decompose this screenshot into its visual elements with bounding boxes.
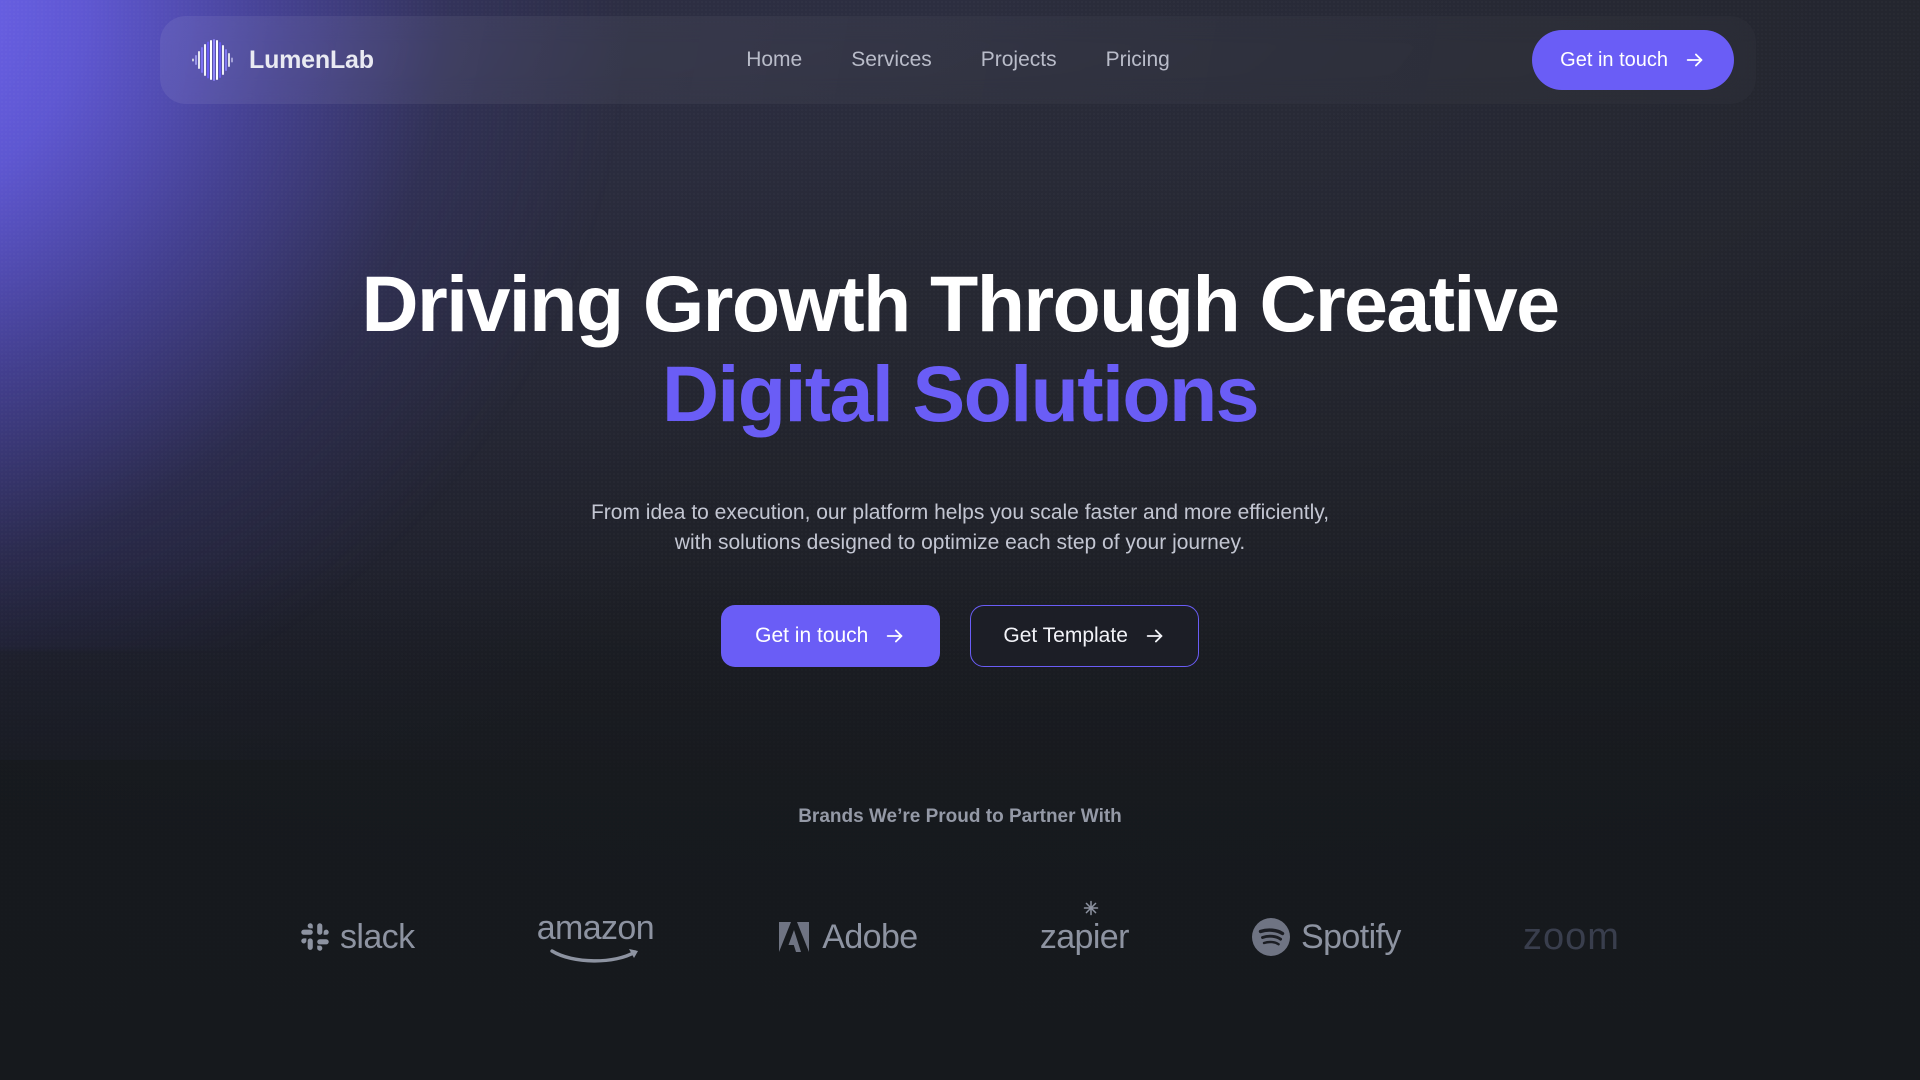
partner-logo-label: slack — [340, 918, 415, 956]
partner-logo-adobe: Adobe — [776, 906, 918, 968]
hero-subtitle-line-1: From idea to execution, our platform hel… — [590, 501, 1330, 524]
hero-get-template-button[interactable]: Get Template — [970, 605, 1199, 667]
partner-logo-label: zapier — [1039, 918, 1130, 956]
hero-subtitle-line-2: with solutions designed to optimize each… — [674, 530, 1246, 554]
arrow-right-icon — [1146, 629, 1163, 643]
partner-logo-row: slack amazon Adobe zapier Spotify zoom — [0, 900, 1920, 968]
arrow-right-icon — [887, 629, 903, 643]
waveform-logo-icon — [192, 39, 233, 81]
hero-subtitle: From idea to execution, our platform hel… — [0, 498, 1920, 558]
nav-item-home[interactable]: Home — [746, 48, 802, 72]
nav-item-projects[interactable]: Projects — [981, 48, 1057, 72]
partner-logo-zoom: zoom — [1523, 906, 1620, 968]
headline-line-1: Driving Growth Through Creative — [361, 259, 1561, 348]
primary-navigation: Home Services Projects Pricing — [746, 48, 1170, 72]
partner-logo-label: amazon — [536, 909, 655, 947]
partner-logo-label: Adobe — [822, 918, 918, 956]
spotify-icon — [1252, 918, 1291, 956]
adobe-a-icon — [779, 922, 810, 952]
slack-icon — [301, 923, 329, 951]
hero-cta-group: Get in touch Get Template — [0, 605, 1920, 667]
amazon-smile-icon — [550, 949, 639, 963]
brand-logo[interactable]: LumenLab — [192, 38, 374, 82]
partner-logo-slack: slack — [300, 906, 415, 968]
nav-item-services[interactable]: Services — [851, 48, 932, 72]
partners-label: Brands We’re Proud to Partner With — [798, 806, 1122, 827]
brand-name: LumenLab — [249, 45, 374, 74]
hero-get-in-touch-button[interactable]: Get in touch — [721, 605, 941, 667]
headline-line-2-accent: Digital Solutions — [661, 348, 1260, 438]
partner-logo-zapier: zapier — [1039, 900, 1130, 968]
partner-logo-amazon: amazon — [536, 906, 655, 968]
partner-logo-label: zoom — [1523, 916, 1620, 958]
header-get-in-touch-button[interactable]: Get in touch — [1532, 30, 1734, 90]
page-title: Driving Growth Through Creative Digital … — [0, 262, 1920, 435]
zapier-asterisk-icon — [1083, 900, 1099, 916]
hero-primary-cta-label: Get in touch — [755, 624, 869, 647]
hero-secondary-cta-label: Get Template — [1003, 624, 1128, 647]
partner-logo-label: Spotify — [1301, 918, 1401, 956]
partner-logo-spotify: Spotify — [1251, 906, 1401, 968]
site-header: LumenLab Home Services Projects Pricing … — [160, 16, 1756, 104]
arrow-right-icon — [1686, 53, 1703, 67]
nav-item-pricing[interactable]: Pricing — [1106, 48, 1170, 72]
landing-page: LumenLab Home Services Projects Pricing … — [0, 0, 1920, 1080]
header-cta-label: Get in touch — [1560, 48, 1668, 71]
